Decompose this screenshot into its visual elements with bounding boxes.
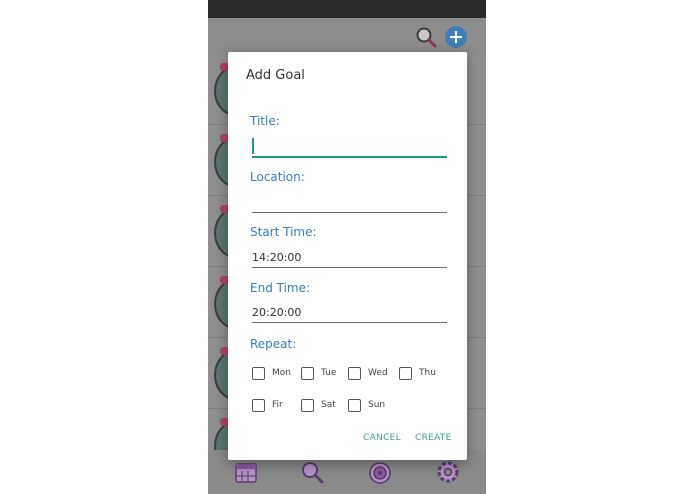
day-label: Tue — [321, 368, 337, 378]
add-goal-dialog: Add Goal Title: Location: Start Time: 14… — [228, 52, 467, 460]
repeat-day-tue[interactable]: Tue — [301, 365, 336, 381]
start-time-input-underline[interactable] — [252, 267, 447, 268]
calendar-icon[interactable] — [232, 458, 260, 486]
gear-icon[interactable] — [434, 458, 462, 486]
end-time-input-underline[interactable] — [252, 322, 447, 323]
checkbox[interactable] — [252, 366, 265, 380]
title-label: Title: — [250, 114, 280, 128]
repeat-label: Repeat: — [250, 337, 297, 351]
checkbox[interactable] — [301, 398, 314, 412]
add-circle-icon[interactable] — [445, 26, 467, 48]
app-bar — [208, 18, 486, 54]
repeat-day-sat[interactable]: Sat — [301, 397, 336, 413]
day-label: Sat — [321, 400, 336, 410]
start-time-input[interactable]: 14:20:00 — [252, 251, 301, 264]
text-cursor — [252, 138, 254, 154]
day-label: Fir — [272, 400, 283, 410]
day-label: Wed — [368, 368, 388, 378]
checkbox[interactable] — [252, 398, 265, 412]
start-time-label: Start Time: — [250, 225, 317, 239]
title-input-underline[interactable] — [252, 156, 447, 158]
day-label: Sun — [368, 400, 386, 410]
repeat-day-thu[interactable]: Thu — [399, 365, 436, 381]
repeat-day-fri[interactable]: Fir — [252, 397, 283, 413]
end-time-label: End Time: — [250, 281, 311, 295]
cancel-button[interactable]: CANCEL — [363, 433, 401, 443]
target-icon[interactable] — [366, 458, 394, 486]
checkbox[interactable] — [348, 366, 361, 380]
end-time-input[interactable]: 20:20:00 — [252, 306, 301, 319]
search-icon[interactable] — [415, 26, 437, 48]
checkbox[interactable] — [301, 366, 314, 380]
status-bar — [208, 0, 486, 18]
location-label: Location: — [250, 170, 305, 184]
day-label: Thu — [419, 368, 436, 378]
create-button[interactable]: CREATE — [415, 433, 452, 443]
location-input-underline[interactable] — [252, 212, 447, 213]
repeat-day-wed[interactable]: Wed — [348, 365, 388, 381]
search-icon[interactable] — [298, 458, 326, 486]
checkbox[interactable] — [399, 366, 412, 380]
repeat-day-sun[interactable]: Sun — [348, 397, 385, 413]
checkbox[interactable] — [348, 398, 361, 412]
dialog-title: Add Goal — [246, 68, 305, 83]
day-label: Mon — [272, 368, 291, 378]
repeat-day-mon[interactable]: Mon — [252, 365, 291, 381]
